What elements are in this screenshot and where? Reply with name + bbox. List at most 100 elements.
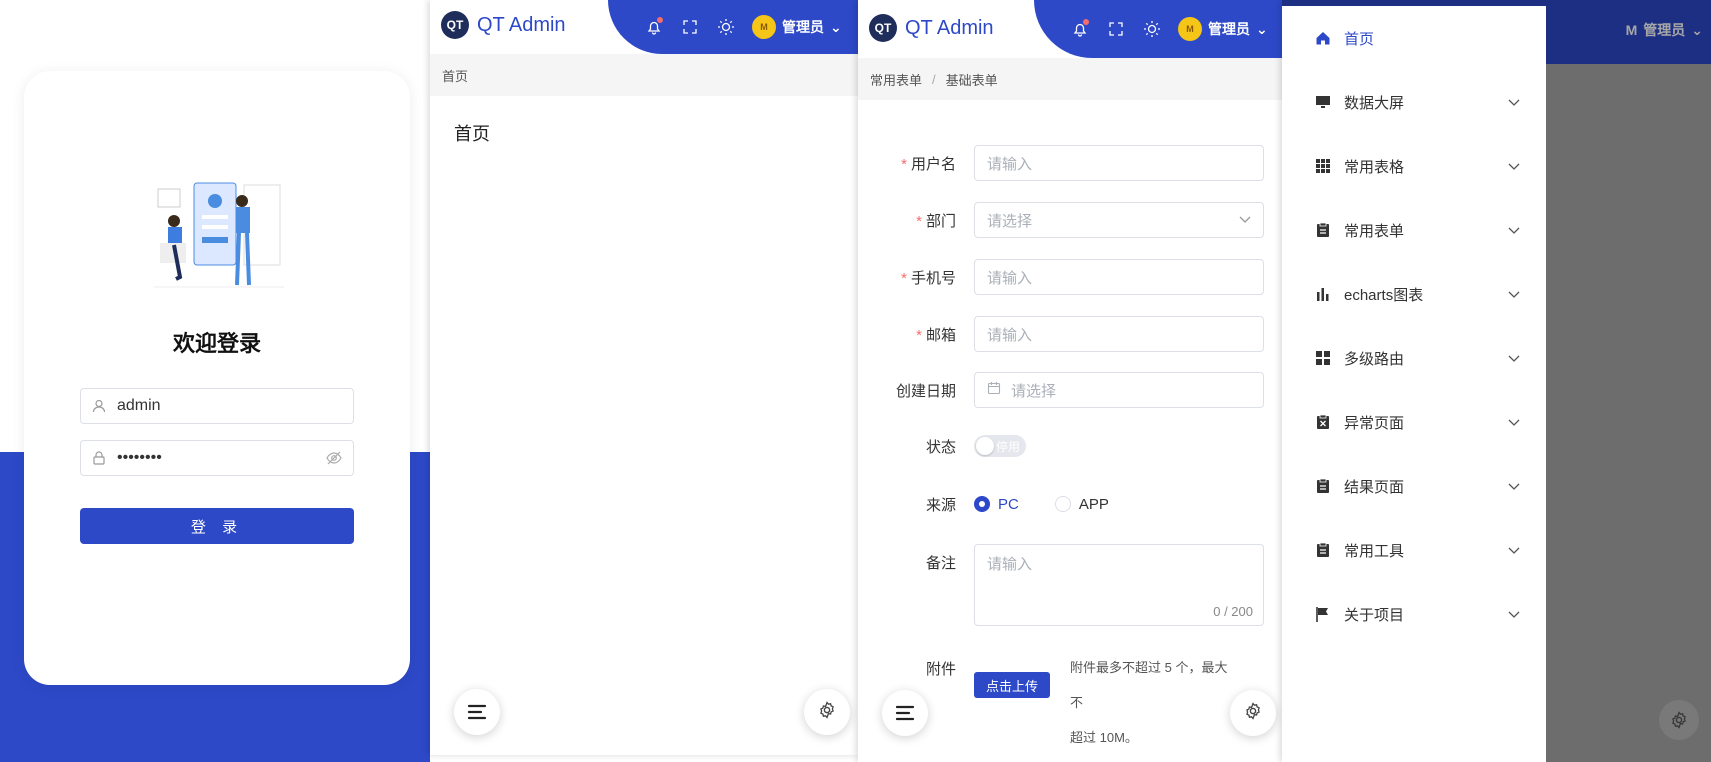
apps-icon xyxy=(1314,349,1332,367)
menu-label: 关于项目 xyxy=(1344,606,1405,624)
avatar: M xyxy=(752,15,776,39)
fullscreen-icon[interactable] xyxy=(1106,19,1126,39)
char-counter: 0 / 200 xyxy=(1213,604,1253,619)
clipboard-icon xyxy=(1314,477,1332,495)
select-placeholder: 请选择 xyxy=(987,212,1033,230)
form-row-department: * 部门 请选择 xyxy=(858,202,1282,238)
clipboard-icon xyxy=(1314,541,1332,559)
radio-label: PC xyxy=(998,495,1019,513)
chevron-down-icon xyxy=(1239,213,1251,227)
login-illustration xyxy=(154,182,284,288)
form-row-create-date: 创建日期 请选择 xyxy=(858,372,1282,408)
email-input[interactable]: 请输入 xyxy=(974,316,1264,352)
user-icon xyxy=(91,398,107,414)
login-button[interactable]: 登 录 xyxy=(80,508,354,544)
header-toolbar: M 管理员 ⌄ xyxy=(1034,0,1282,58)
menu-label: 数据大屏 xyxy=(1344,94,1405,112)
menu-item-tools[interactable]: 常用工具 xyxy=(1282,518,1546,582)
home-icon xyxy=(1314,29,1332,47)
login-card: 欢迎登录 admin •••••••• 登 录 xyxy=(24,71,410,685)
home-screen: QT QT Admin M 管理员 ⌄ 首页 首页 xyxy=(430,0,858,755)
form-row-username: * 用户名 请输入 xyxy=(858,145,1282,181)
breadcrumb: 首页 xyxy=(430,54,858,96)
sun-icon[interactable] xyxy=(1142,19,1162,39)
menu-label: 常用工具 xyxy=(1344,542,1405,560)
settings-button[interactable] xyxy=(804,689,850,735)
breadcrumb-item: 基础表单 xyxy=(945,72,998,88)
grid-icon xyxy=(1314,157,1332,175)
top-header: QT QT Admin M 管理员 ⌄ xyxy=(430,0,858,54)
toggle-knob xyxy=(976,437,994,455)
status-toggle[interactable]: 停用 xyxy=(974,435,1026,457)
breadcrumb-item[interactable]: 常用表单 xyxy=(870,70,922,89)
menu-item-about[interactable]: 关于项目 xyxy=(1282,582,1546,646)
username-value: admin xyxy=(117,397,161,414)
menu-item-result-pages[interactable]: 结果页面 xyxy=(1282,454,1546,518)
notification-dot xyxy=(657,17,663,23)
required-mark: * xyxy=(916,212,922,230)
notification-dot xyxy=(1083,19,1089,25)
required-mark: * xyxy=(901,155,907,173)
chevron-down-icon xyxy=(1508,158,1520,175)
department-select[interactable]: 请选择 xyxy=(974,202,1264,238)
menu-toggle-button[interactable] xyxy=(454,689,500,735)
username-field[interactable]: admin xyxy=(80,388,354,424)
eye-off-icon[interactable] xyxy=(325,449,343,467)
user-menu[interactable]: M 管理员 ⌄ xyxy=(1178,17,1268,41)
logo[interactable]: QT QT Admin xyxy=(441,11,566,39)
upload-area: 点击上传 附件最多不超过 5 个，最大不 超过 10M。 xyxy=(974,650,1230,755)
password-field[interactable]: •••••••• xyxy=(80,440,354,476)
menu-label: 常用表单 xyxy=(1344,222,1405,240)
upload-button[interactable]: 点击上传 xyxy=(974,672,1051,698)
menu-label: 多级路由 xyxy=(1344,350,1405,368)
user-name: 管理员 xyxy=(782,19,824,35)
date-picker[interactable]: 请选择 xyxy=(974,372,1264,408)
menu-item-tables[interactable]: 常用表格 xyxy=(1282,134,1546,198)
menu-item-forms[interactable]: 常用表单 xyxy=(1282,198,1546,262)
bell-icon[interactable] xyxy=(1070,19,1090,39)
menu-label: 结果页面 xyxy=(1344,478,1405,496)
gear-icon xyxy=(1244,701,1262,725)
password-value: •••••••• xyxy=(117,449,162,466)
avatar: M xyxy=(1178,17,1202,41)
form-row-remark: 备注 请输入 0 / 200 xyxy=(858,544,1282,626)
monitor-icon xyxy=(1314,93,1332,111)
breadcrumb-separator: / xyxy=(932,71,936,87)
menu-item-home[interactable]: 首页 xyxy=(1282,6,1546,70)
bell-icon[interactable] xyxy=(644,17,664,37)
header-toolbar: M 管理员 ⌄ xyxy=(608,0,858,54)
username-input[interactable]: 请输入 xyxy=(974,145,1264,181)
lock-icon xyxy=(91,450,107,466)
form-row-status: 状态 停用 xyxy=(858,428,1282,464)
clipboard-icon xyxy=(1314,221,1332,239)
menu-item-error-pages[interactable]: 异常页面 xyxy=(1282,390,1546,454)
upload-tip: 附件最多不超过 5 个，最大不 超过 10M。 xyxy=(1070,650,1230,755)
app-name: QT Admin xyxy=(905,16,994,39)
menu-item-multi-route[interactable]: 多级路由 xyxy=(1282,326,1546,390)
textarea-placeholder: 请输入 xyxy=(987,556,1033,573)
settings-button[interactable] xyxy=(1230,690,1276,736)
field-label: 创建日期 xyxy=(895,382,956,400)
chevron-down-icon xyxy=(1508,94,1520,111)
chevron-down-icon: ⌄ xyxy=(1256,20,1268,37)
fullscreen-icon[interactable] xyxy=(680,17,700,37)
menu-drawer-screen: M 管理员 ⌄ 首页 数据大屏 常用表格 常用表单 echarts图表 多级路由… xyxy=(1282,0,1711,762)
menu-item-data-screen[interactable]: 数据大屏 xyxy=(1282,70,1546,134)
breadcrumb-item[interactable]: 首页 xyxy=(442,66,468,85)
radio-circle xyxy=(1054,496,1071,512)
date-placeholder: 请选择 xyxy=(1011,382,1057,400)
chevron-down-icon xyxy=(1508,606,1520,623)
logo[interactable]: QT QT Admin xyxy=(869,14,994,42)
phone-input[interactable]: 请输入 xyxy=(974,259,1264,295)
chevron-down-icon xyxy=(1508,350,1520,367)
menu-item-echarts[interactable]: echarts图表 xyxy=(1282,262,1546,326)
radio-pc[interactable]: PC xyxy=(974,496,1019,513)
remark-textarea[interactable]: 请输入 0 / 200 xyxy=(974,544,1264,626)
radio-app[interactable]: APP xyxy=(1054,496,1109,513)
field-label: 来源 xyxy=(925,496,956,514)
sun-icon[interactable] xyxy=(716,17,736,37)
welcome-title: 欢迎登录 xyxy=(172,331,261,356)
menu-toggle-button[interactable] xyxy=(882,690,928,736)
top-header: QT QT Admin M 管理员 ⌄ xyxy=(858,0,1282,58)
user-menu[interactable]: M 管理员 ⌄ xyxy=(752,15,842,39)
